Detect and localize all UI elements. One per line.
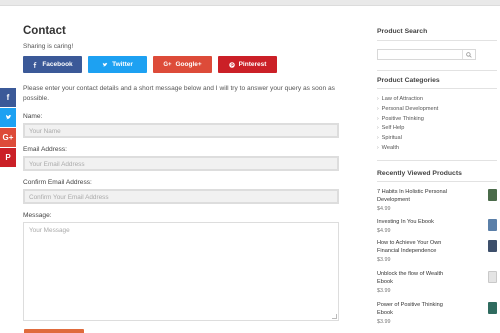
sidebar: Product Search Product Categories › Law o… <box>377 28 497 329</box>
category-item[interactable]: › Self Help <box>377 124 497 134</box>
facebook-share-button[interactable]: Facebook <box>23 56 82 73</box>
google-plus-icon: G+ <box>163 61 172 68</box>
confirm-email-input[interactable]: Confirm Your Email Address <box>23 189 339 204</box>
facebook-icon: f <box>6 93 10 102</box>
floating-share-bar: f G+ P <box>0 88 16 168</box>
product-name[interactable]: Unblock the flow of Wealth Ebook <box>377 270 459 286</box>
product-price: $3.99 <box>377 256 391 263</box>
name-label: Name: <box>23 113 43 120</box>
recently-viewed-item[interactable]: Unblock the flow of Wealth Ebook $3.99 <box>377 270 497 301</box>
google-plus-icon: G+ <box>2 133 14 142</box>
category-item[interactable]: › Positive Thinking <box>377 115 497 125</box>
product-thumbnail[interactable] <box>488 270 497 283</box>
product-search-title: Product Search <box>377 28 428 35</box>
product-price: $4.99 <box>377 205 391 212</box>
product-thumbnail[interactable] <box>488 239 497 252</box>
product-price: $3.99 <box>377 287 391 294</box>
main-content: Contact Sharing is caring! Facebook Twit… <box>23 25 341 321</box>
google-plus-share-button[interactable]: G+ Google+ <box>153 56 212 73</box>
divider <box>377 70 497 71</box>
pinterest-share-label: Pinterest <box>238 61 267 68</box>
intro-text: Please enter your contact details and a … <box>23 85 335 102</box>
category-item[interactable]: › Law of Attraction <box>377 95 497 105</box>
product-name[interactable]: 7 Habits In Holistic Personal Developmen… <box>377 188 459 204</box>
chevron-right-icon: › <box>377 125 379 132</box>
message-label: Message: <box>23 212 52 219</box>
pinterest-icon <box>228 61 235 68</box>
top-bar <box>0 0 500 6</box>
floating-google-plus-button[interactable]: G+ <box>0 128 16 147</box>
email-label: Email Address: <box>23 146 67 153</box>
divider <box>377 159 497 161</box>
confirm-email-label: Confirm Email Address: <box>23 179 92 186</box>
product-name[interactable]: How to Achieve Your Own Financial Indepe… <box>377 239 459 255</box>
floating-facebook-button[interactable]: f <box>0 88 16 107</box>
facebook-share-label: Facebook <box>42 61 73 68</box>
product-categories-title: Product Categories <box>377 77 440 84</box>
category-list: › Law of Attraction › Personal Development… <box>377 95 497 154</box>
divider <box>377 40 497 41</box>
submit-button[interactable] <box>24 329 84 333</box>
twitter-share-button[interactable]: Twitter <box>88 56 147 73</box>
category-item[interactable]: › Wealth <box>377 144 497 154</box>
email-input[interactable]: Your Email Address <box>23 156 339 171</box>
floating-twitter-button[interactable] <box>0 108 16 127</box>
pinterest-icon: P <box>5 153 11 162</box>
divider <box>377 88 497 89</box>
facebook-icon <box>33 61 37 68</box>
chevron-right-icon: › <box>377 135 379 142</box>
product-thumbnail[interactable] <box>488 218 497 231</box>
name-input[interactable]: Your Name <box>23 123 339 138</box>
product-price: $4.99 <box>377 227 391 234</box>
floating-pinterest-button[interactable]: P <box>0 148 16 167</box>
recently-viewed-item[interactable]: How to Achieve Your Own Financial Indepe… <box>377 239 497 270</box>
product-name[interactable]: Investing In You Ebook <box>377 218 459 226</box>
category-item[interactable]: › Personal Development <box>377 105 497 115</box>
twitter-icon <box>5 114 11 120</box>
search-icon[interactable] <box>462 50 475 59</box>
recently-viewed-item[interactable]: Investing In You Ebook $4.99 <box>377 218 497 239</box>
resize-handle[interactable] <box>332 314 337 319</box>
recently-viewed-item[interactable]: 7 Habits In Holistic Personal Developmen… <box>377 188 497 218</box>
message-placeholder: Your Message <box>29 227 70 234</box>
product-thumbnail[interactable] <box>488 188 497 201</box>
product-name[interactable]: Power of Positive Thinking Ebook <box>377 301 459 317</box>
chevron-right-icon: › <box>377 115 379 122</box>
google-plus-share-label: Google+ <box>175 61 202 68</box>
page-title: Contact <box>23 25 66 37</box>
twitter-share-label: Twitter <box>112 61 133 68</box>
chevron-right-icon: › <box>377 144 379 151</box>
divider <box>377 180 497 182</box>
product-price: $3.99 <box>377 318 391 325</box>
message-textarea[interactable]: Your Message <box>23 222 339 321</box>
share-buttons-row: Facebook Twitter G+ Google+ Pinterest <box>23 56 341 73</box>
sharing-caring-text: Sharing is caring! <box>23 43 74 50</box>
pinterest-share-button[interactable]: Pinterest <box>218 56 277 73</box>
chevron-right-icon: › <box>377 96 379 102</box>
category-item[interactable]: › Spiritual <box>377 134 497 144</box>
twitter-icon <box>102 62 108 66</box>
chevron-right-icon: › <box>377 105 379 112</box>
recently-viewed-title: Recently Viewed Products <box>377 169 462 177</box>
product-thumbnail[interactable] <box>488 301 497 314</box>
product-search-input[interactable] <box>377 49 476 60</box>
recently-viewed-item[interactable]: Power of Positive Thinking Ebook $3.99 <box>377 301 497 329</box>
